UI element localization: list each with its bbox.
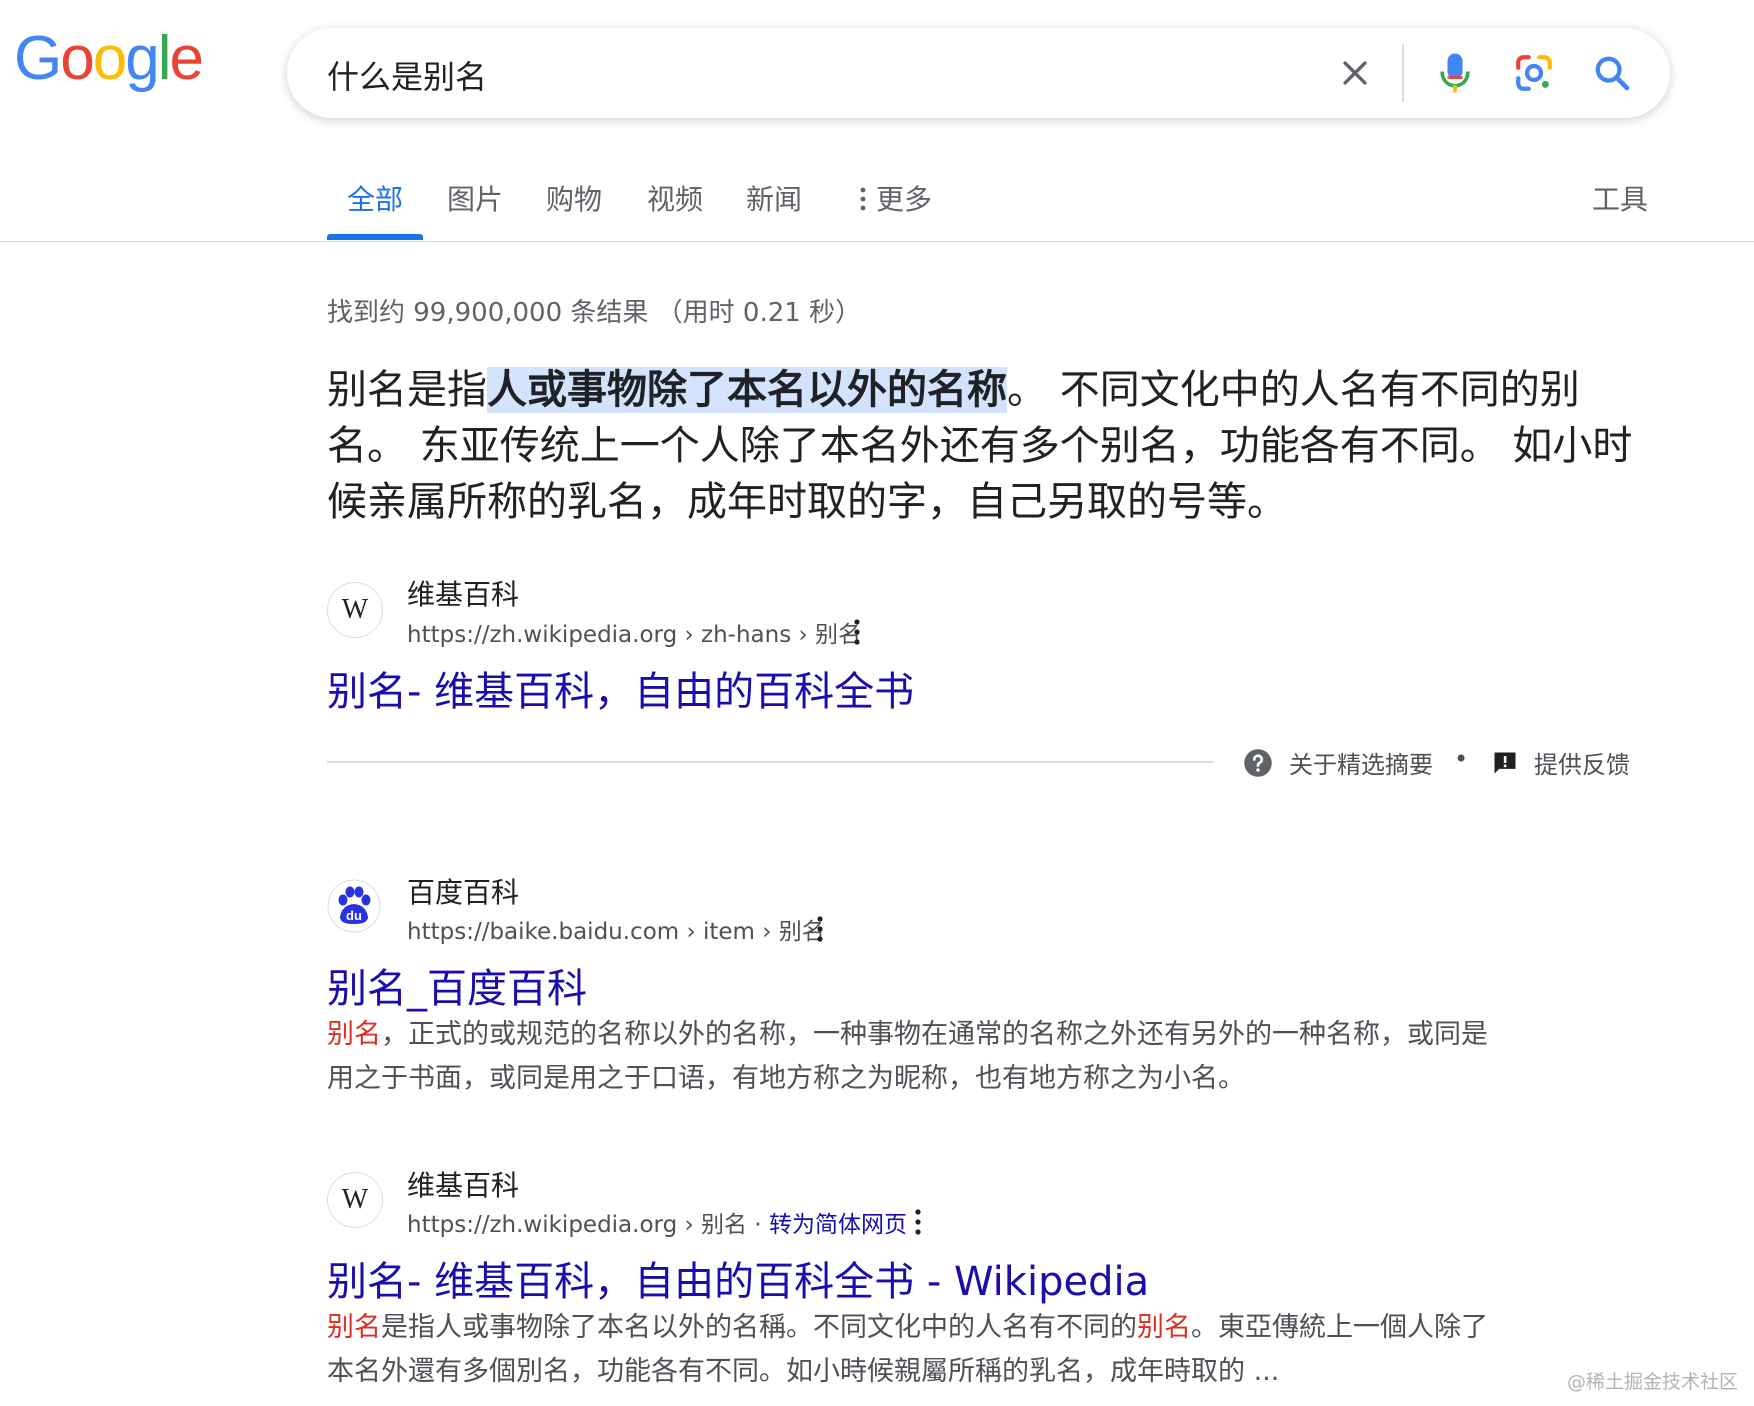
translate-link[interactable]: 转为简体网页 bbox=[769, 1212, 907, 1238]
google-lens-icon[interactable] bbox=[1509, 48, 1559, 98]
baidu-favicon: du bbox=[327, 879, 381, 933]
feedback-icon[interactable] bbox=[1491, 749, 1519, 781]
help-icon[interactable] bbox=[1243, 748, 1273, 782]
logo-letter: l bbox=[157, 24, 172, 93]
logo-letter: o bbox=[60, 24, 95, 93]
result-keyword: 别名 bbox=[1137, 1312, 1191, 1343]
search-box[interactable]: 什么是别名 bbox=[287, 28, 1670, 118]
result-url[interactable]: https://zh.wikipedia.org › 别名 · 转为简体网页 bbox=[407, 1205, 907, 1239]
wikipedia-favicon: W bbox=[327, 1172, 383, 1228]
snippet-site-name: 维基百科 bbox=[407, 578, 520, 611]
result-url[interactable]: https://baike.baidu.com › item › 别名 bbox=[407, 912, 825, 946]
watermark: @稀土掘金技术社区 bbox=[1566, 1371, 1738, 1393]
tab-more[interactable]: 更多 bbox=[858, 178, 932, 218]
tab-news[interactable]: 新闻 bbox=[746, 178, 802, 218]
tab-all[interactable]: 全部 bbox=[347, 178, 403, 218]
clear-icon[interactable] bbox=[1330, 48, 1380, 98]
snippet-title-link[interactable]: 别名- 维基百科，自由的百科全书 bbox=[327, 659, 914, 717]
result-stats: 找到约 99,900,000 条结果 （用时 0.21 秒） bbox=[327, 298, 862, 328]
logo-letter: g bbox=[125, 24, 160, 93]
tabs-divider bbox=[0, 241, 1754, 242]
result-site-name: 百度百科 bbox=[407, 876, 520, 909]
snippet-divider bbox=[327, 761, 1214, 763]
tools-button[interactable]: 工具 bbox=[1592, 178, 1648, 218]
tab-images[interactable]: 图片 bbox=[447, 178, 503, 218]
result-more-icon[interactable] bbox=[913, 1207, 923, 1237]
search-input[interactable]: 什么是别名 bbox=[327, 52, 487, 98]
result-description: 别名是指人或事物除了本名以外的名稱。不同文化中的人名有不同的别名。東亞傳統上一個… bbox=[327, 1306, 1507, 1394]
result-url-text: https://zh.wikipedia.org › 别名 · bbox=[407, 1212, 769, 1238]
result-more-icon[interactable] bbox=[815, 914, 825, 944]
snippet-more-icon[interactable] bbox=[852, 617, 862, 647]
tab-videos[interactable]: 视频 bbox=[647, 178, 703, 218]
tab-more-label: 更多 bbox=[876, 183, 933, 216]
result-title-link[interactable]: 别名- 维基百科，自由的百科全书 - Wikipedia bbox=[327, 1249, 1149, 1307]
more-vert-icon bbox=[860, 187, 866, 211]
logo-letter: e bbox=[169, 24, 204, 93]
active-tab-indicator bbox=[327, 234, 423, 240]
feedback-link[interactable]: 提供反馈 bbox=[1534, 745, 1630, 780]
result-desc-text: 是指人或事物除了本名以外的名稱。不同文化中的人名有不同的 bbox=[381, 1312, 1137, 1343]
snippet-url[interactable]: https://zh.wikipedia.org › zh-hans › 别名 bbox=[407, 615, 861, 649]
svg-text:du: du bbox=[346, 908, 362, 923]
footer-separator: • bbox=[1454, 745, 1469, 773]
google-logo[interactable]: Google bbox=[14, 24, 204, 93]
result-description: 别名，正式的或规范的名称以外的名称，一种事物在通常的名称之外还有另外的一种名称，… bbox=[327, 1013, 1507, 1101]
result-desc-text: ，正式的或规范的名称以外的名称，一种事物在通常的名称之外还有另外的一种名称，或同… bbox=[327, 1019, 1488, 1094]
snippet-highlight: 人或事物除了本名以外的名称 bbox=[487, 367, 1007, 413]
wikipedia-favicon: W bbox=[327, 582, 383, 638]
result-title-link[interactable]: 别名_百度百科 bbox=[327, 956, 587, 1014]
result-site-name: 维基百科 bbox=[407, 1169, 520, 1202]
featured-snippet-text: 别名是指人或事物除了本名以外的名称。 不同文化中的人名有不同的别名。 东亚传统上… bbox=[327, 362, 1657, 530]
snippet-text-before: 别名是指 bbox=[327, 367, 487, 413]
search-icon[interactable] bbox=[1587, 48, 1637, 98]
microphone-icon[interactable] bbox=[1430, 48, 1480, 98]
result-keyword: 别名 bbox=[327, 1019, 381, 1050]
tab-shopping[interactable]: 购物 bbox=[546, 178, 602, 218]
search-box-divider bbox=[1402, 44, 1404, 102]
result-keyword: 别名 bbox=[327, 1312, 381, 1343]
about-snippet-link[interactable]: 关于精选摘要 bbox=[1289, 745, 1433, 780]
logo-letter: G bbox=[14, 24, 62, 93]
logo-letter: o bbox=[92, 24, 128, 93]
